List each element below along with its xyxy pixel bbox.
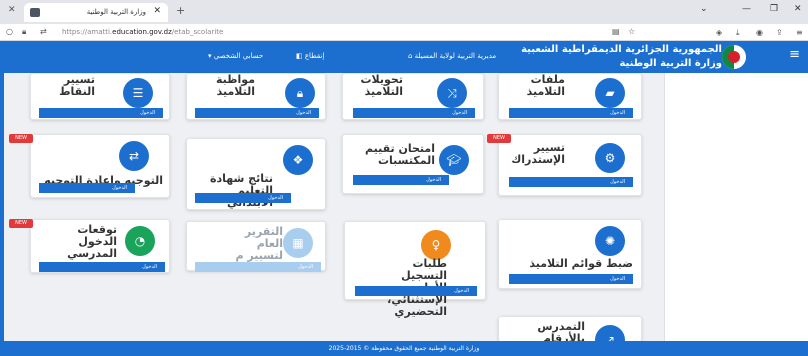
address-bar[interactable]: ○ 🔒︎ ⇄ https://amatti.education.gov.dz/e… xyxy=(0,24,808,41)
favicon-icon xyxy=(30,8,40,17)
card-title: ملفات التلاميذ xyxy=(526,73,565,98)
url-text[interactable]: https://amatti.education.gov.dz/etab_sco… xyxy=(62,28,223,36)
minimize-icon[interactable]: — xyxy=(742,4,751,14)
browser-tab[interactable]: وزارة التربية الوطنية ✕ xyxy=(24,3,168,22)
hamburger-menu-icon[interactable]: ≡ xyxy=(789,47,800,62)
enter-button[interactable]: الدخول xyxy=(39,108,163,118)
permissions-icon[interactable]: ⇄ xyxy=(40,27,47,36)
page-footer: وزارة التربية الوطنية جميع الحقوق محفوظة… xyxy=(0,341,808,356)
app-title: الجمهورية الجزائرية الديمقراطية الشعبية … xyxy=(521,44,722,69)
card-student-transfers[interactable]: ⤨ تحويلات التلاميذ الدخول xyxy=(342,73,484,120)
card-title: ضبط قوائم التلاميذ xyxy=(529,257,633,270)
maximize-icon[interactable]: ❐ xyxy=(770,4,778,14)
enter-button[interactable]: الدخول xyxy=(509,108,633,118)
card-primary-certificate[interactable]: ❖ نتائج شهادة التعليم الابتدائي الدخول xyxy=(186,138,326,210)
card-attendance[interactable]: 🔒︎ مواظبة التلاميذ الدخول xyxy=(186,73,326,120)
nav-directorate[interactable]: مديرية التربية لولاية المسيلة ⌂ xyxy=(408,52,496,60)
card-title: التقرير العام لتسيير م xyxy=(235,225,283,262)
list-check-icon: ☰ xyxy=(123,78,153,108)
enter-button[interactable]: الدخول xyxy=(195,108,319,118)
card-general-report: ▦ التقرير العام لتسيير م الدخول xyxy=(186,221,326,272)
tab-title: وزارة التربية الوطنية xyxy=(86,8,146,16)
app-header: ≡ الجمهورية الجزائرية الديمقراطية الشعبي… xyxy=(0,41,808,73)
card-grades[interactable]: ☰ تسيير النقاط الدخول xyxy=(30,73,170,120)
enter-button[interactable]: الدخول xyxy=(39,262,165,272)
graduation-cap-icon: 🎓︎ xyxy=(439,145,469,175)
chevron-down-icon[interactable]: ⌄ xyxy=(700,4,708,14)
bookmark-star-icon[interactable]: ☆ xyxy=(628,27,635,36)
card-title: مواظبة التلاميذ xyxy=(216,73,255,98)
enter-button[interactable]: الدخول xyxy=(39,183,135,193)
menu-icon[interactable]: ≡ xyxy=(796,28,803,37)
pie-chart-icon: ◔ xyxy=(125,226,155,256)
close-tab-icon[interactable]: ✕ xyxy=(153,6,161,16)
card-title: توقعات الدخول المدرسي xyxy=(67,223,117,260)
card-title: امتحان تقييم المكتسبات xyxy=(364,142,435,167)
card-title: نتائج شهادة التعليم الابتدائي xyxy=(210,172,273,209)
child-icon: ♀ xyxy=(421,230,451,260)
enter-button[interactable]: الدخول xyxy=(353,175,449,185)
card-title: تسيير النقاط xyxy=(59,73,95,98)
site-info-icon[interactable]: ○ xyxy=(6,27,13,36)
card-enrollment-forecast[interactable]: NEW ◔ توقعات الدخول المدرسي الدخول xyxy=(9,219,170,273)
lock-icon: 🔒︎ xyxy=(285,78,315,108)
reader-mode-icon[interactable]: ▤ xyxy=(612,27,620,36)
new-badge: NEW xyxy=(487,134,511,143)
nav-logout[interactable]: إنقطاع ◧ xyxy=(296,52,324,60)
enter-button[interactable]: الدخول xyxy=(353,108,475,118)
enter-button[interactable]: الدخول xyxy=(195,193,291,203)
gear-icon: ⚙ xyxy=(595,143,625,173)
right-side-panel xyxy=(664,73,808,341)
algeria-flag-logo xyxy=(722,45,746,69)
shuffle-icon: ⤨ xyxy=(437,78,467,108)
browser-tab-strip: ✕ وزارة التربية الوطنية ✕ + ⌄ — ❐ ✕ xyxy=(0,0,808,24)
tab-list-icon[interactable]: ✕ xyxy=(8,5,16,15)
card-remedial[interactable]: NEW ⚙ تسيير الإستدراك الدخول xyxy=(487,134,642,196)
new-badge: NEW xyxy=(9,134,33,143)
left-edge-bar xyxy=(0,73,4,341)
new-badge: NEW xyxy=(9,219,33,228)
card-orientation[interactable]: NEW ⇄ التوجيه وإعادة التوجيه الدخول xyxy=(9,134,170,198)
close-window-icon[interactable]: ✕ xyxy=(794,4,802,14)
new-tab-icon[interactable]: + xyxy=(176,4,185,17)
folder-icon: ▰ xyxy=(595,78,625,108)
card-registration-requests[interactable]: ♀ طلبات التسجيل الأولي، الإستثنائي، التح… xyxy=(344,221,486,318)
enter-button[interactable]: الدخول xyxy=(355,286,477,296)
gift-icon: ❖ xyxy=(283,145,313,175)
lock-icon[interactable]: 🔒︎ xyxy=(22,27,26,37)
card-schooling-stats[interactable]: ↗ التمدرس بالأرقام xyxy=(498,316,642,355)
card-achievement-exam[interactable]: 🎓︎ امتحان تقييم المكتسبات الدخول xyxy=(342,134,484,194)
card-student-lists[interactable]: ✺ ضبط قوائم التلاميذ الدخول xyxy=(498,219,642,289)
nav-account[interactable]: حسابي الشخصي ▾ xyxy=(208,52,263,60)
extension-icon[interactable]: ◉ xyxy=(756,28,763,37)
building-icon: ▦ xyxy=(283,228,313,258)
enter-button[interactable]: الدخول xyxy=(509,177,633,187)
card-title: تحويلات التلاميذ xyxy=(360,73,404,98)
share-icon[interactable]: ⇪ xyxy=(776,28,783,37)
repeat-arrows-icon: ⇄ xyxy=(119,141,149,171)
enter-button[interactable]: الدخول xyxy=(509,274,633,284)
spinner-icon: ✺ xyxy=(595,226,625,256)
card-student-files[interactable]: ▰ ملفات التلاميذ الدخول xyxy=(498,73,642,120)
card-title: تسيير الإستدراك xyxy=(511,141,565,166)
enter-button: الدخول xyxy=(195,262,321,272)
download-icon[interactable]: ⤓ xyxy=(736,28,740,38)
shield-icon[interactable]: ◈ xyxy=(716,28,722,37)
